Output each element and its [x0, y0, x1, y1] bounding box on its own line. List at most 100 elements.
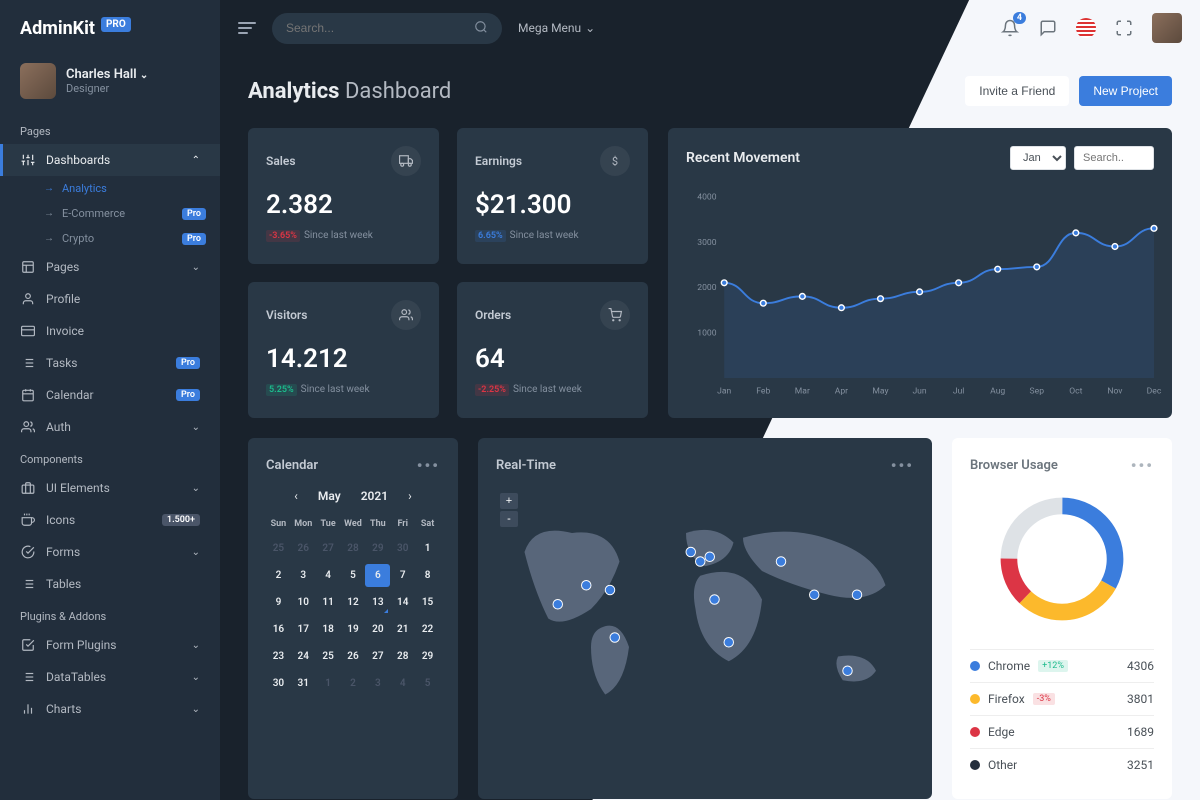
sidebar-sub-crypto[interactable]: →CryptoPro	[0, 226, 220, 251]
calendar-day[interactable]: 25	[266, 537, 291, 560]
calendar-day[interactable]: 14	[390, 591, 415, 614]
new-project-button[interactable]: New Project	[1079, 76, 1172, 106]
calendar-day[interactable]: 15	[415, 591, 440, 614]
calendar-day[interactable]: 28	[341, 537, 366, 560]
change-badge: -3%	[1033, 693, 1055, 705]
sidebar-item-calendar[interactable]: CalendarPro	[0, 379, 220, 411]
calendar-day[interactable]: 1	[316, 672, 341, 695]
mega-menu[interactable]: Mega Menu⌄	[518, 21, 595, 35]
arrow-icon: →	[44, 208, 54, 219]
calendar-day[interactable]: 3	[365, 672, 390, 695]
more-icon[interactable]: •••	[1131, 456, 1154, 475]
arrow-icon: →	[44, 183, 54, 194]
sidebar-sub-ecommerce[interactable]: →E-CommercePro	[0, 201, 220, 226]
calendar-day-header: Fri	[390, 515, 415, 533]
calendar-day[interactable]: 9	[266, 591, 291, 614]
calendar-day[interactable]: 30	[266, 672, 291, 695]
calendar-day-header: Thu	[365, 515, 390, 533]
menu-toggle[interactable]	[238, 22, 256, 34]
message-icon[interactable]	[1038, 18, 1058, 38]
list-icon	[20, 576, 36, 592]
calendar-day[interactable]: 5	[415, 672, 440, 695]
calendar-day[interactable]: 16	[266, 618, 291, 641]
svg-text:Mar: Mar	[795, 386, 810, 396]
calendar-day[interactable]: 8	[415, 564, 440, 587]
calendar-day[interactable]: 22	[415, 618, 440, 641]
more-icon[interactable]: •••	[417, 456, 440, 475]
user-block[interactable]: Charles Hall ⌄ Designer	[0, 53, 220, 115]
user-name: Charles Hall ⌄	[66, 67, 148, 82]
calendar-day[interactable]: 17	[291, 618, 316, 641]
calendar-day[interactable]: 7	[390, 564, 415, 587]
calendar-day[interactable]: 30	[390, 537, 415, 560]
sidebar-item-datatables[interactable]: DataTables⌄	[0, 661, 220, 693]
sidebar-item-tables[interactable]: Tables	[0, 568, 220, 600]
sidebar-item-pages[interactable]: Pages⌄	[0, 251, 220, 283]
check-circle-icon	[20, 544, 36, 560]
calendar-day[interactable]: 21	[390, 618, 415, 641]
more-icon[interactable]: •••	[891, 456, 914, 475]
calendar-day[interactable]: 28	[390, 645, 415, 668]
calendar-day[interactable]: 29	[365, 537, 390, 560]
calendar-day[interactable]: 1	[415, 537, 440, 560]
sidebar-sub-analytics[interactable]: →Analytics	[0, 176, 220, 201]
section-plugins: Plugins & Addons	[0, 600, 220, 629]
calendar-day[interactable]: 23	[266, 645, 291, 668]
chevron-down-icon: ⌄	[192, 483, 200, 494]
sidebar-item-auth[interactable]: Auth⌄	[0, 411, 220, 443]
donut-chart	[992, 489, 1132, 629]
brand[interactable]: AdminKit PRO	[0, 0, 220, 53]
calendar-day[interactable]: 27	[316, 537, 341, 560]
calendar-day[interactable]: 24	[291, 645, 316, 668]
calendar-day[interactable]: 12	[341, 591, 366, 614]
calendar-day[interactable]: 10	[291, 591, 316, 614]
calendar-day[interactable]: 26	[341, 645, 366, 668]
sidebar-item-form-plugins[interactable]: Form Plugins⌄	[0, 629, 220, 661]
calendar-day[interactable]: 13	[365, 591, 390, 614]
sidebar-item-dashboards[interactable]: Dashboards ⌃	[0, 144, 220, 176]
calendar-day[interactable]: 2	[341, 672, 366, 695]
calendar-day[interactable]: 18	[316, 618, 341, 641]
zoom-in[interactable]: +	[500, 493, 518, 509]
section-pages: Pages	[0, 115, 220, 144]
calendar-day[interactable]: 29	[415, 645, 440, 668]
calendar-next[interactable]: ›	[408, 489, 412, 503]
movement-search[interactable]	[1074, 146, 1154, 170]
bell-icon[interactable]: 4	[1000, 18, 1020, 38]
sidebar-item-profile[interactable]: Profile	[0, 283, 220, 315]
calendar-day[interactable]: 26	[291, 537, 316, 560]
sidebar-item-tasks[interactable]: TasksPro	[0, 347, 220, 379]
sidebar-item-ui[interactable]: UI Elements⌄	[0, 472, 220, 504]
search-input[interactable]	[286, 21, 474, 35]
chevron-down-icon: ⌄	[192, 262, 200, 273]
sidebar-item-invoice[interactable]: Invoice	[0, 315, 220, 347]
calendar-day[interactable]: 4	[316, 564, 341, 587]
calendar-day[interactable]: 31	[291, 672, 316, 695]
calendar-day[interactable]: 25	[316, 645, 341, 668]
calendar-day[interactable]: 11	[316, 591, 341, 614]
calendar-day[interactable]: 2	[266, 564, 291, 587]
invite-button[interactable]: Invite a Friend	[965, 76, 1069, 106]
calendar-day[interactable]: 27	[365, 645, 390, 668]
calendar-day[interactable]: 20	[365, 618, 390, 641]
calendar-prev[interactable]: ‹	[294, 489, 298, 503]
calendar-icon	[20, 387, 36, 403]
topbar-avatar[interactable]	[1152, 13, 1182, 43]
calendar-day[interactable]: 4	[390, 672, 415, 695]
calendar-day[interactable]: 5	[341, 564, 366, 587]
language-flag[interactable]	[1076, 18, 1096, 38]
sidebar-item-forms[interactable]: Forms⌄	[0, 536, 220, 568]
world-map[interactable]	[496, 489, 914, 729]
maximize-icon[interactable]	[1114, 18, 1134, 38]
zoom-out[interactable]: -	[500, 511, 518, 527]
calendar-day[interactable]: 6	[365, 564, 390, 587]
calendar-day[interactable]: 19	[341, 618, 366, 641]
calendar-day[interactable]: 3	[291, 564, 316, 587]
realtime-card: Real-Time••• + -	[478, 438, 932, 799]
browser-value: 3801	[1127, 692, 1154, 706]
sidebar-item-charts[interactable]: Charts⌄	[0, 693, 220, 725]
sidebar-item-icons[interactable]: Icons1.500+	[0, 504, 220, 536]
movement-month-select[interactable]: Jan	[1010, 146, 1066, 170]
svg-text:1000: 1000	[697, 329, 716, 339]
search-box[interactable]	[272, 13, 502, 44]
